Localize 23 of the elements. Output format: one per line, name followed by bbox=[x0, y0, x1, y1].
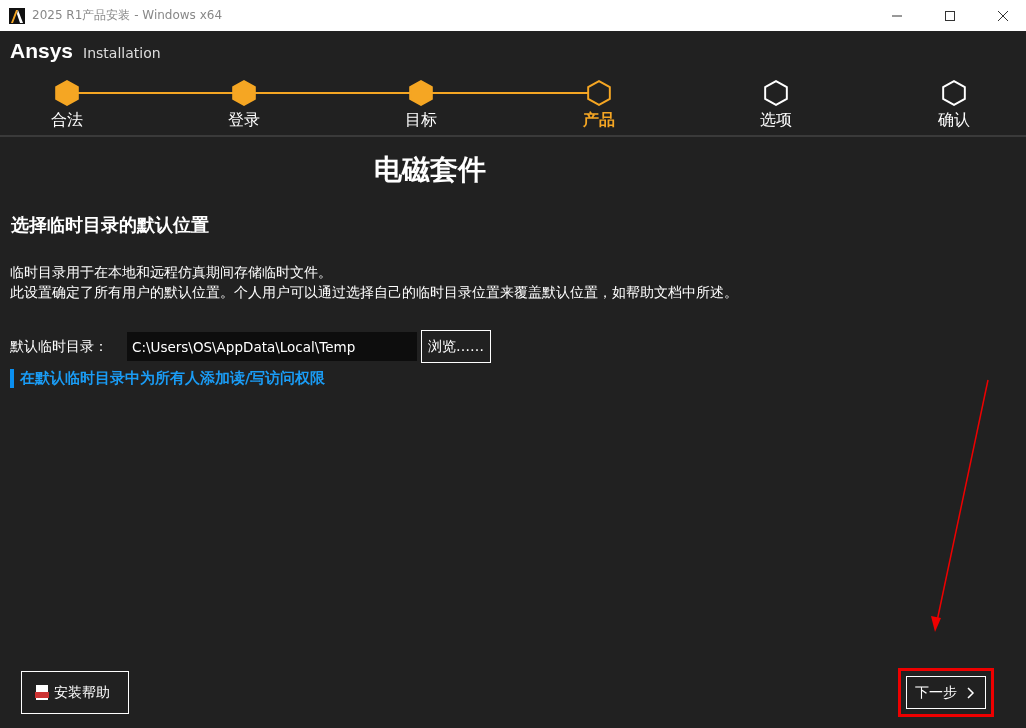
field-label: 默认临时目录： bbox=[10, 337, 109, 356]
step-label: 选项 bbox=[760, 110, 793, 131]
browse-button[interactable]: 浏览…… bbox=[421, 330, 491, 363]
step-label: 产品 bbox=[582, 110, 615, 131]
step-label: 合法 bbox=[50, 110, 83, 131]
step-label: 确认 bbox=[937, 110, 970, 131]
help-button[interactable]: 安装帮助 bbox=[21, 671, 129, 714]
chevron-right-icon bbox=[967, 686, 975, 699]
maximize-icon bbox=[944, 9, 956, 22]
page-title: 电磁套件 bbox=[373, 152, 487, 188]
description-text: 临时目录用于在本地和远程仿真期间存储临时文件。 bbox=[10, 263, 333, 281]
pdf-icon bbox=[35, 685, 49, 700]
permission-link[interactable]: 在默认临时目录中为所有人添加读/写访问权限 bbox=[10, 369, 1026, 388]
close-icon bbox=[997, 9, 1009, 22]
header-subtitle: Installation bbox=[83, 45, 161, 61]
window-title: 2025 R1产品安装 - Windows x64 bbox=[32, 7, 224, 24]
temp-dir-field[interactable]: C:\Users\OS\AppData\Local\Temp bbox=[127, 332, 417, 361]
description-text: 此设置确定了所有用户的默认位置。个人用户可以通过选择自己的临时目录位置来覆盖默认位置，如帮助文档中所述。 bbox=[10, 283, 739, 301]
step-label: 目标 bbox=[405, 110, 438, 131]
section-title: 选择临时目录的默认位置 bbox=[11, 213, 210, 237]
step-label: 登录 bbox=[228, 110, 261, 131]
brand-logo: Ansys bbox=[10, 39, 74, 63]
app-logo-icon bbox=[9, 7, 25, 24]
